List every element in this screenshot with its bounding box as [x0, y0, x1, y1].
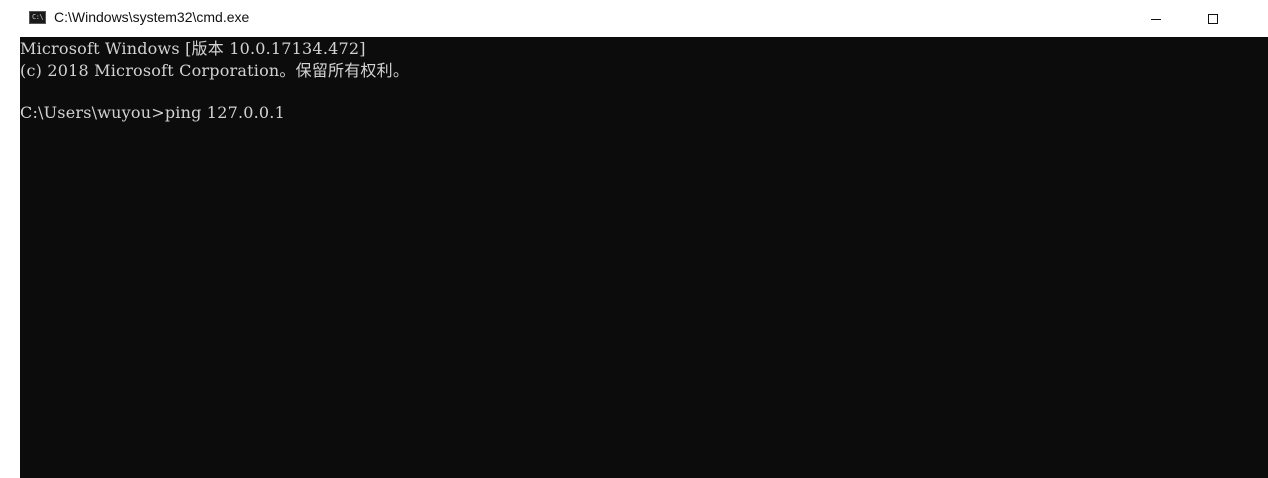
- cmd-icon-glyph: C:\: [32, 13, 44, 21]
- console-line-command: C:\Users\wuyou>ping 127.0.0.1: [20, 103, 285, 123]
- console-line-copyright: (c) 2018 Microsoft Corporation。保留所有权利。: [20, 61, 410, 80]
- minimize-button[interactable]: [1133, 0, 1179, 37]
- console-command-text: C:\Users\wuyou>ping 127.0.0.1: [20, 103, 285, 122]
- window-title: C:\Windows\system32\cmd.exe: [54, 9, 250, 25]
- cmd-window: C:\ C:\Windows\system32\cmd.exe Microsof…: [0, 0, 1268, 478]
- console-output-area[interactable]: Microsoft Windows [版本 10.0.17134.472] (c…: [20, 37, 1268, 478]
- console-line-version: Microsoft Windows [版本 10.0.17134.472]: [20, 39, 366, 58]
- maximize-icon: [1208, 13, 1218, 24]
- minimize-icon: [1151, 18, 1161, 20]
- maximize-button[interactable]: [1190, 0, 1236, 37]
- cmd-icon[interactable]: C:\: [29, 11, 46, 24]
- title-bar[interactable]: C:\ C:\Windows\system32\cmd.exe: [0, 0, 1268, 37]
